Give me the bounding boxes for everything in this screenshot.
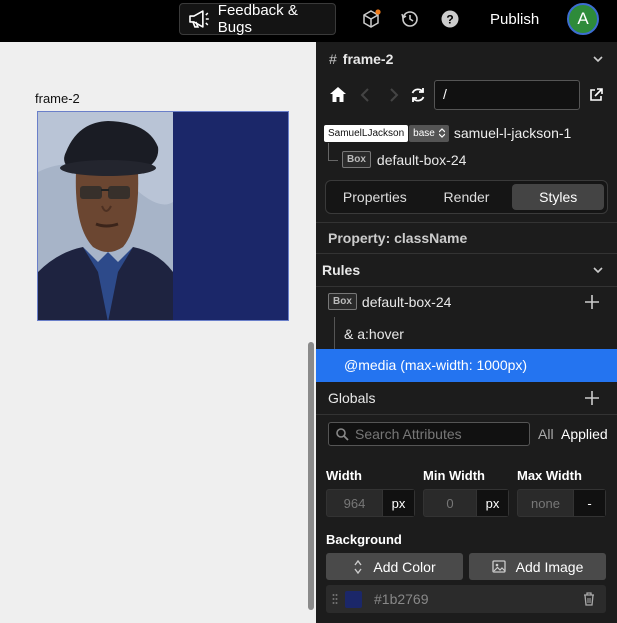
min-width-label: Min Width	[423, 468, 485, 483]
min-width-field[interactable]: 0 px	[423, 489, 509, 517]
box-row[interactable]: Box default-box-24	[342, 151, 466, 168]
add-color-button[interactable]: Add Color	[326, 553, 463, 580]
rule-box-name: default-box-24	[361, 293, 452, 310]
box-name: default-box-24	[376, 151, 467, 168]
frame-label: frame-2	[35, 91, 80, 106]
color-row[interactable]: #1b2769	[326, 585, 606, 613]
rule-box-tag: Box	[328, 293, 357, 310]
base-select[interactable]: base	[409, 124, 449, 142]
chevron-down-icon[interactable]	[593, 265, 603, 275]
filter-applied[interactable]: Applied	[561, 426, 608, 442]
nav-row: /	[316, 79, 617, 113]
component-name: samuel-l-jackson-1	[453, 125, 572, 141]
max-width-value[interactable]: none	[518, 490, 573, 516]
base-tag: base	[413, 127, 435, 139]
max-width-field[interactable]: none -	[517, 489, 606, 517]
sort-arrows-icon	[354, 559, 362, 574]
history-icon[interactable]	[399, 8, 421, 30]
box-tag: Box	[342, 151, 371, 168]
add-image-button[interactable]: Add Image	[469, 553, 606, 580]
url-input[interactable]: /	[434, 80, 580, 110]
refresh-icon[interactable]	[410, 87, 426, 103]
megaphone-icon	[189, 10, 209, 28]
max-width-label: Max Width	[517, 468, 582, 483]
svg-text:?: ?	[446, 13, 453, 27]
rules-heading[interactable]: Rules	[322, 262, 360, 278]
min-width-value[interactable]: 0	[424, 490, 476, 516]
forward-icon[interactable]	[389, 88, 399, 102]
chevron-down-icon[interactable]	[593, 54, 603, 64]
package-icon[interactable]	[360, 8, 382, 30]
canvas-scrollbar[interactable]	[308, 342, 314, 610]
search-placeholder: Search Attributes	[355, 426, 462, 442]
component-row[interactable]: SamuelLJackson base samuel-l-jackson-1	[324, 123, 571, 143]
external-link-icon[interactable]	[589, 88, 603, 102]
help-icon[interactable]: ?	[439, 8, 461, 30]
add-color-label: Add Color	[373, 558, 436, 575]
component-tag: SamuelLJackson	[324, 124, 409, 142]
feedback-label: Feedback & Bugs	[217, 2, 298, 36]
background-label: Background	[326, 532, 402, 547]
canvas: frame-2	[0, 42, 316, 623]
rule-media[interactable]: @media (max-width: 1000px)	[316, 349, 617, 382]
globals-heading[interactable]: Globals	[328, 390, 375, 406]
width-value[interactable]: 964	[327, 490, 382, 516]
plus-icon[interactable]	[585, 391, 599, 405]
select-arrows-icon	[438, 128, 445, 138]
home-icon[interactable]	[329, 86, 347, 103]
filter-all[interactable]: All	[538, 426, 554, 442]
tab-properties[interactable]: Properties	[329, 184, 421, 210]
add-image-label: Add Image	[515, 558, 584, 575]
plus-icon[interactable]	[585, 295, 599, 309]
color-hex[interactable]: #1b2769	[374, 591, 429, 607]
max-width-unit[interactable]: -	[573, 490, 605, 516]
divider	[316, 222, 617, 223]
frame-icon: #	[329, 50, 337, 67]
panel-header: # frame-2	[316, 42, 617, 75]
min-width-unit[interactable]: px	[476, 490, 508, 516]
width-unit[interactable]: px	[382, 490, 414, 516]
panel-tabs: Properties Render Styles	[325, 180, 608, 214]
panel-title: frame-2	[342, 50, 394, 67]
tab-styles[interactable]: Styles	[512, 184, 605, 210]
search-icon	[336, 428, 349, 441]
divider	[316, 286, 617, 287]
portrait-image	[38, 112, 173, 320]
width-label: Width	[326, 468, 362, 483]
divider	[316, 414, 617, 415]
feedback-button[interactable]: Feedback & Bugs	[179, 2, 336, 36]
property-label: Property: className	[328, 230, 468, 246]
rule-hover[interactable]: & a:hover	[344, 326, 404, 342]
publish-button[interactable]: Publish	[490, 11, 539, 28]
image-icon	[491, 560, 506, 573]
top-bar: Feedback & Bugs ? Publish A	[0, 0, 617, 42]
tree-connector	[328, 143, 338, 161]
avatar[interactable]: A	[567, 3, 599, 35]
rule-box-row[interactable]: Box default-box-24	[328, 293, 451, 310]
search-input[interactable]: Search Attributes	[328, 422, 530, 446]
trash-icon[interactable]	[583, 592, 595, 606]
frame-box[interactable]	[37, 111, 289, 321]
drag-handle-icon[interactable]	[332, 593, 338, 605]
width-field[interactable]: 964 px	[326, 489, 415, 517]
tab-render[interactable]: Render	[421, 184, 513, 210]
back-icon[interactable]	[360, 88, 370, 102]
inspector-panel: # frame-2 / SamuelLJackson base samuel-l…	[316, 42, 617, 623]
divider	[316, 253, 617, 254]
color-swatch[interactable]	[345, 590, 362, 608]
